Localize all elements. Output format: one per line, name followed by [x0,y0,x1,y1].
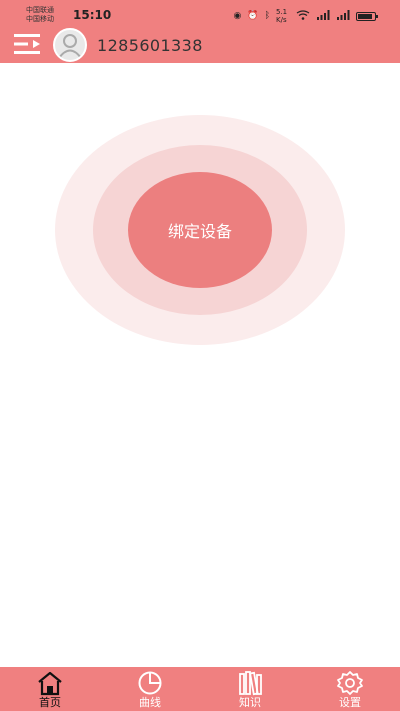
menu-list-icon[interactable] [14,33,44,55]
bottom-navigation: 首页 曲线 知识 设置 [0,667,400,711]
nav-label-settings: 设置 [339,695,361,709]
nav-label-curve: 曲线 [139,695,161,709]
nav-item-curve[interactable]: 曲线 [100,667,200,711]
carrier-2: 中国移动 [26,15,54,23]
bind-device-label: 绑定设备 [167,222,232,241]
nav-item-settings[interactable]: 设置 [300,667,400,711]
nav-item-home[interactable]: 首页 [0,667,100,711]
status-icons: ◉ ⏰ ᛒ 5.1 K/s [233,8,378,24]
carrier-info: 中国联通 中国移动 [26,6,54,24]
account-id: 1285601338 [97,36,203,55]
alarm-icon: ⏰ [247,11,259,21]
app-header: 中国联通 中国移动 15:10 ◉ ⏰ ᛒ 5.1 K/s 1285601338 [0,0,400,63]
bluetooth-icon: ᛒ [264,11,270,21]
nav-item-knowledge[interactable]: 知识 [200,667,300,711]
carrier-1: 中国联通 [26,6,54,14]
eye-icon: ◉ [233,11,242,21]
books-icon [239,670,262,695]
clock: 15:10 [73,8,112,22]
signal-1-icon [316,9,330,23]
user-avatar-icon[interactable] [53,28,87,62]
pie-chart-icon [138,671,162,694]
bind-device-button[interactable]: 绑定设备 [128,172,272,288]
battery-icon [356,11,378,21]
nav-label-home: 首页 [39,695,61,709]
home-icon [38,671,62,695]
signal-2-icon [336,9,350,23]
gear-icon [337,670,363,695]
status-bar: 中国联通 中国移动 15:10 ◉ ⏰ ᛒ 5.1 K/s [0,0,400,28]
wifi-icon [296,9,310,23]
net-speed: 5.1 K/s [276,8,288,24]
nav-label-knowledge: 知识 [239,695,261,709]
